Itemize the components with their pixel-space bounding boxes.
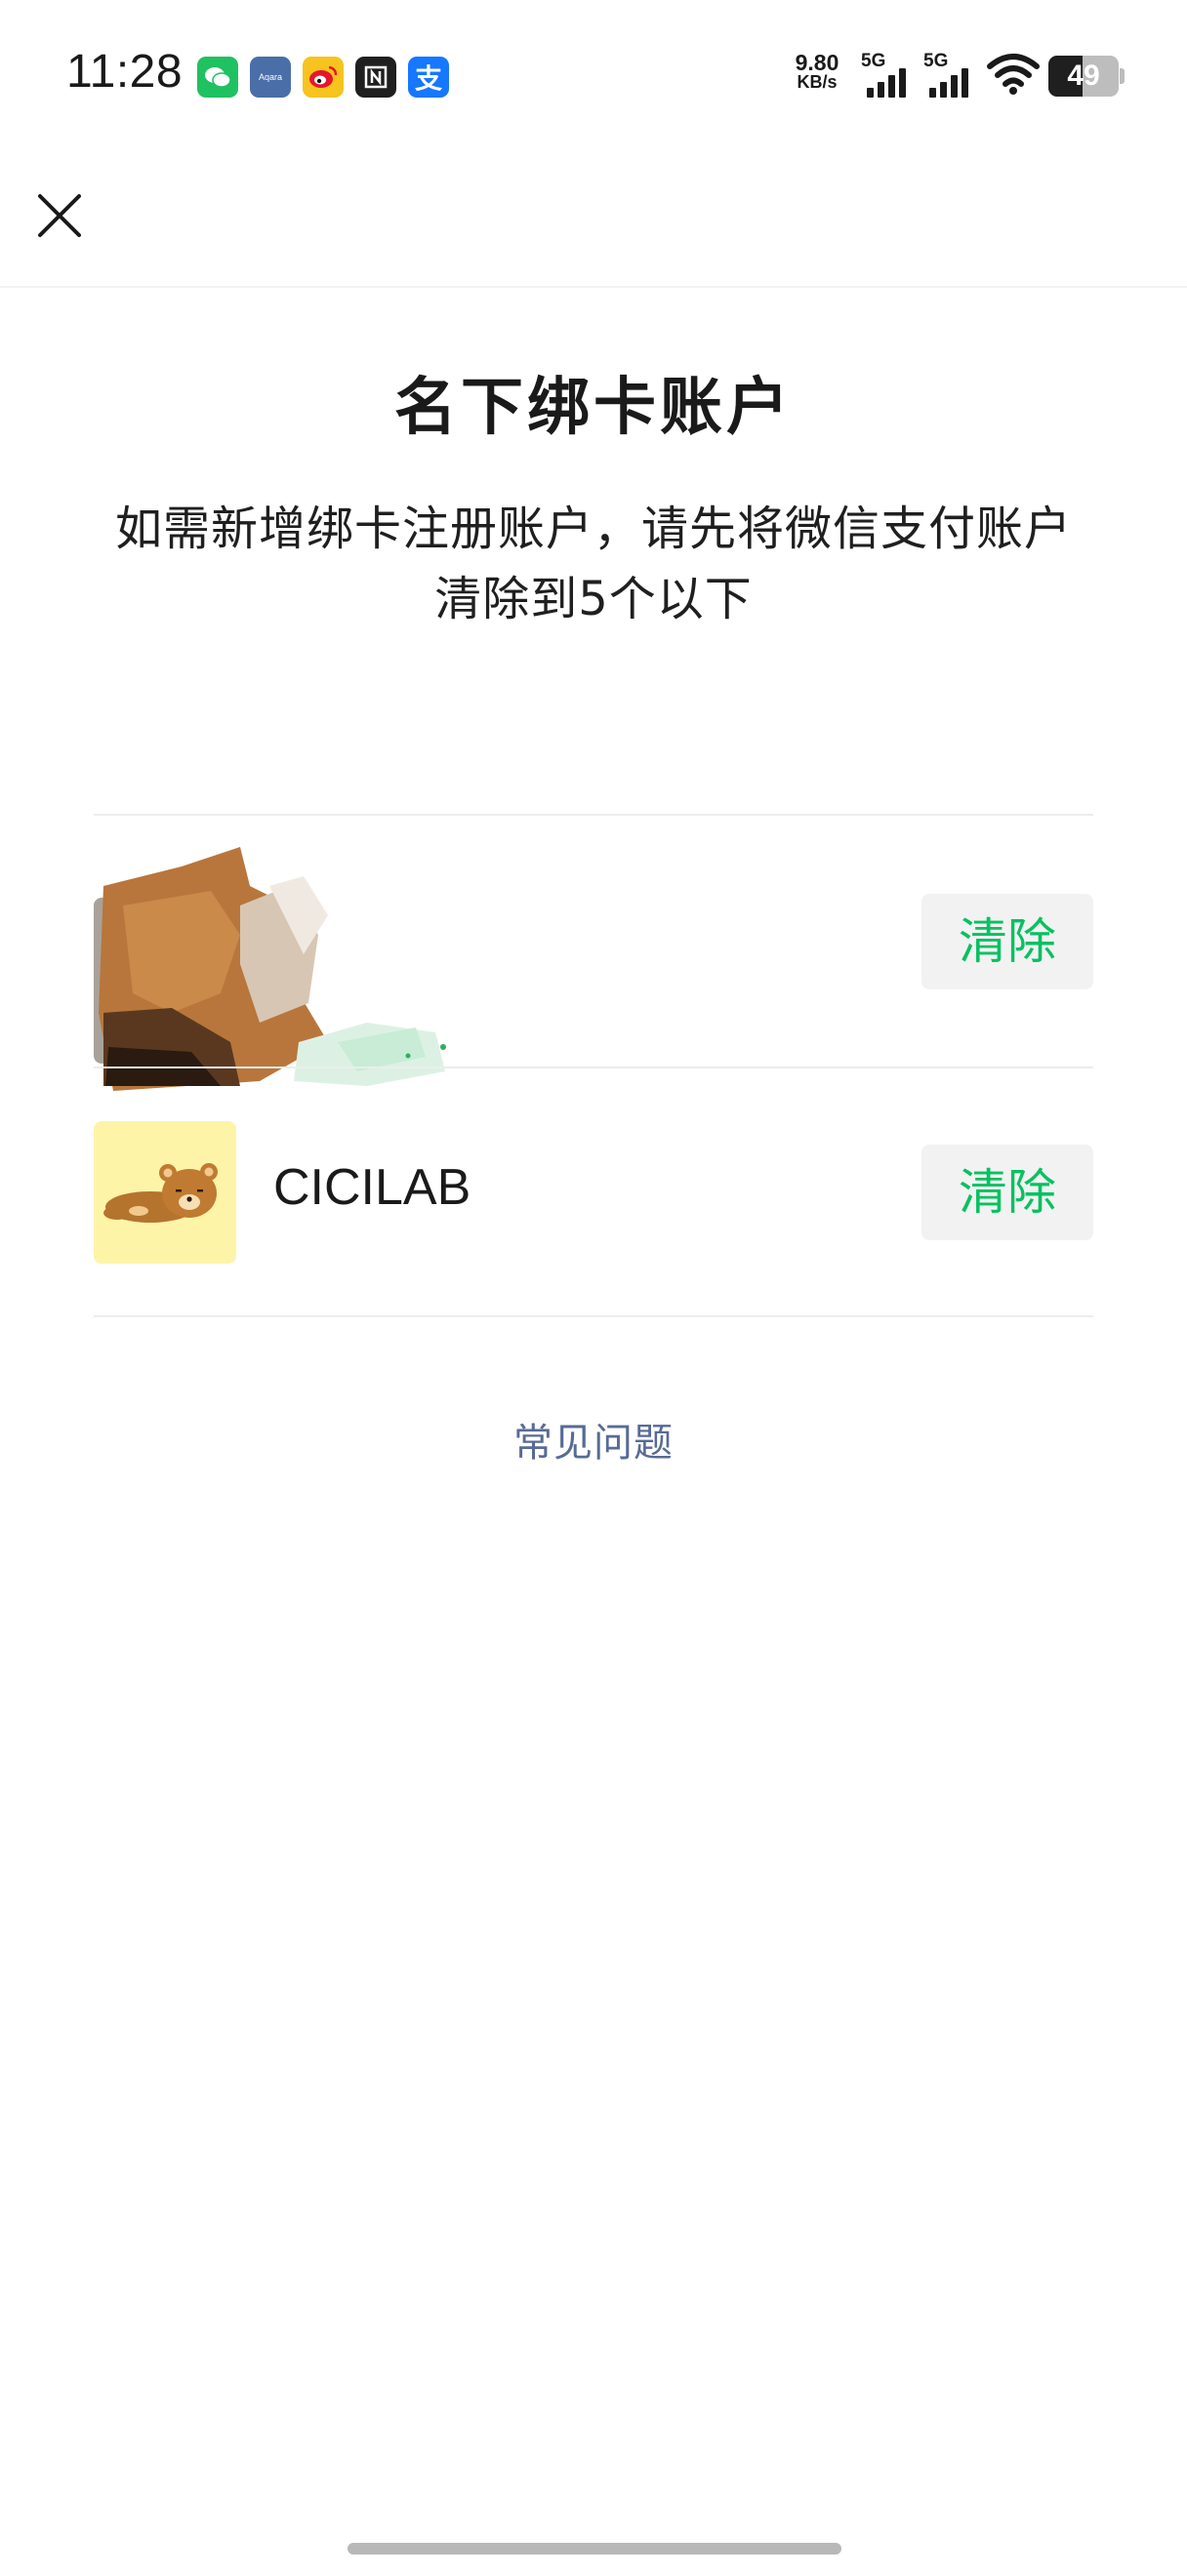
header-divider [0,286,1187,288]
faq-link[interactable]: 常见问题 [0,1411,1187,1468]
home-indicator[interactable] [348,2543,841,2555]
clear-button[interactable]: 清除 [921,894,1093,989]
page: 11:28 Aqara 支 9.80 KB/s 5G 5G 49 名下绑卡账户 … [0,0,1187,2576]
account-row: CICILAB 清除 [94,1068,1093,1315]
alipay-glyph: 支 [414,63,442,94]
bear-icon [103,1163,218,1223]
cellular-signal-icon-2: 5G [923,51,978,98]
account-row: 清除 [94,816,1093,1091]
battery-level: 49 [1067,60,1100,92]
network-speed-value: 9.80 [795,50,839,75]
avatar-redacted [94,847,465,1101]
clear-button[interactable]: 清除 [921,1145,1093,1240]
cellular-signal-icon-1: 5G [861,51,916,98]
close-button[interactable] [25,181,94,250]
status-time: 11:28 [66,46,184,98]
wifi-icon [986,53,1041,96]
status-bar: 11:28 Aqara 支 9.80 KB/s 5G 5G 49 [0,0,1187,146]
avatar [94,1121,236,1264]
aqara-icon: Aqara [250,57,291,98]
alipay-icon: 支 [408,57,449,98]
wechat-icon [197,57,238,98]
aqara-label: Aqara [258,72,283,82]
page-description: 如需新增绑卡注册账户，请先将微信支付账户清除到5个以下 [114,502,1072,626]
list-divider [94,1315,1093,1317]
notification-icons: Aqara 支 [197,57,461,98]
account-name: CICILAB [273,1159,471,1216]
network-speed-unit: KB/s [797,72,838,92]
close-icon [38,194,81,237]
network-speed: 9.80 KB/s [787,50,847,93]
battery-tip [1120,68,1125,84]
weibo-icon [303,57,344,98]
battery-icon: 49 [1048,56,1119,97]
notion-icon [355,57,396,98]
page-title: 名下绑卡账户 [394,372,793,444]
